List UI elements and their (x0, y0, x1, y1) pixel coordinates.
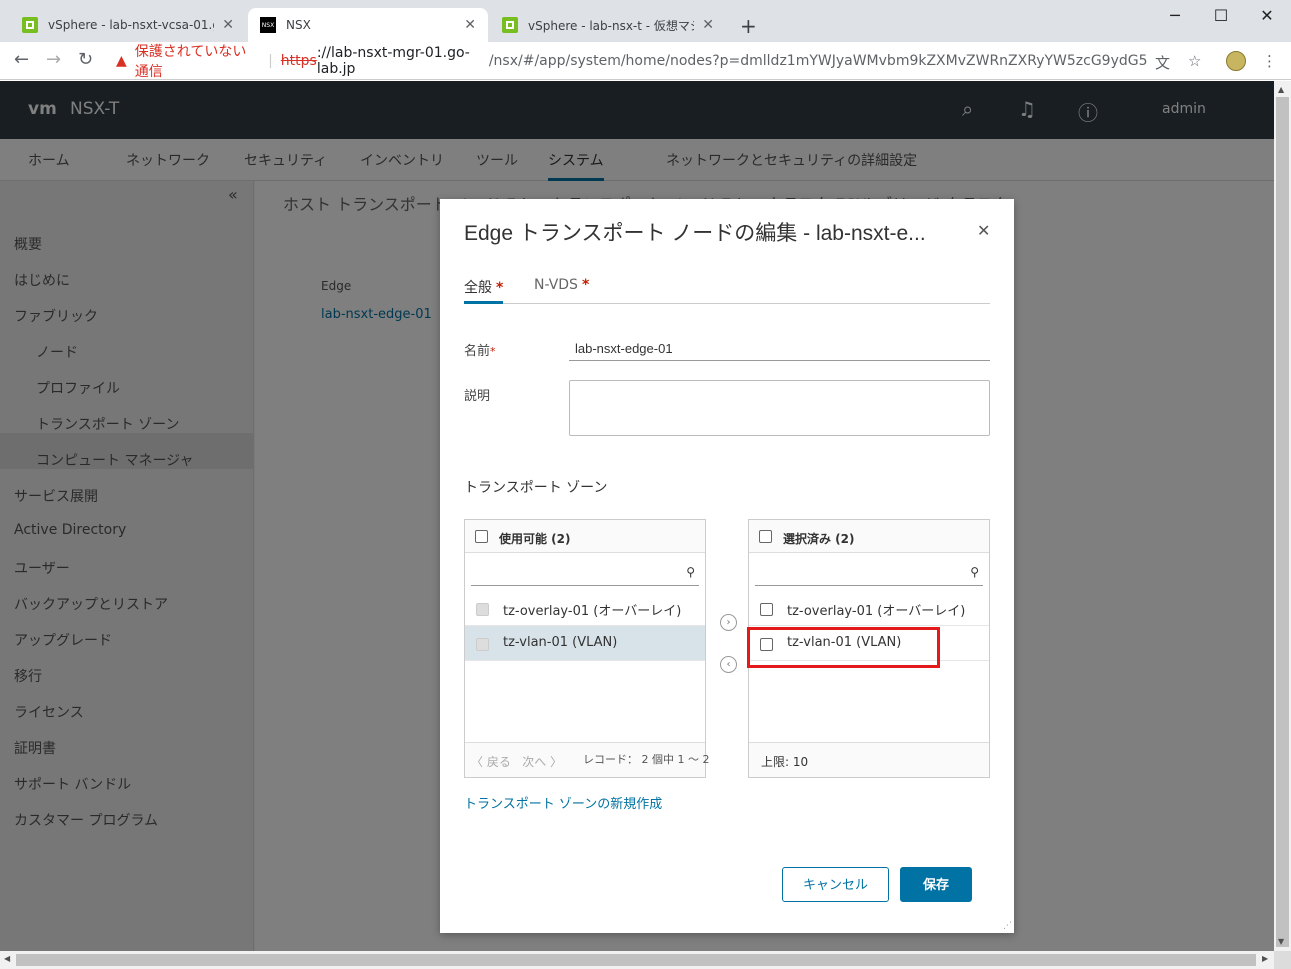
item-label: tz-vlan-01 (VLAN) (503, 635, 618, 650)
translate-icon[interactable]: 文 (1155, 52, 1170, 73)
minimize-button[interactable]: ─ (1160, 6, 1190, 25)
url-path: /nsx/#/app/system/home/nodes?p=dmlldz1mY… (488, 53, 1148, 69)
dialog-title: Edge トランスポート ノードの編集 - lab-nsxt-e... (464, 222, 926, 245)
list-item-selected[interactable]: tz-vlan-01 (VLAN) (465, 626, 705, 661)
selected-footer: 上限: 10 (749, 742, 989, 777)
tab-title: vSphere - lab-nsx-t - 仮想マシン (528, 18, 694, 33)
horizontal-scrollbar[interactable]: ◀ ▶ (0, 951, 1274, 969)
available-search-input[interactable]: ⚲ (471, 562, 699, 586)
warning-icon: ▲ (116, 53, 127, 69)
item-checkbox-disabled (476, 638, 489, 651)
selected-list-header: 選択済み (2) (749, 520, 989, 553)
select-all-available-checkbox[interactable] (475, 530, 488, 543)
scrollbar-thumb[interactable] (1276, 97, 1289, 947)
new-tab-button[interactable]: + (740, 14, 757, 38)
scroll-right-icon[interactable]: ▶ (1262, 954, 1268, 963)
back-icon[interactable]: ← (14, 49, 29, 70)
url-scheme: https (280, 53, 317, 69)
divider: | (268, 53, 273, 69)
edit-edge-transport-node-dialog: Edge トランスポート ノードの編集 - lab-nsxt-e... ✕ 全般… (440, 199, 1014, 933)
save-button[interactable]: 保存 (900, 867, 972, 902)
scroll-up-icon[interactable]: ▲ (1278, 85, 1284, 94)
close-tab-icon[interactable]: ✕ (464, 17, 476, 33)
browser-tab-vsphere-2[interactable]: vSphere - lab-nsx-t - 仮想マシン ✕ (490, 8, 726, 42)
required-marker: * (496, 280, 504, 296)
tab-strip: vSphere - lab-nsxt-vcsa-01.go-lal ✕ NSX … (0, 0, 1291, 42)
tab-title: NSX (286, 18, 311, 32)
description-label: 説明 (464, 389, 491, 404)
tab-label: 全般 (464, 280, 492, 296)
security-status[interactable]: 保護されていない通信 (135, 41, 260, 81)
required-marker: * (490, 345, 496, 358)
profile-avatar-icon[interactable] (1226, 51, 1246, 71)
scroll-down-icon[interactable]: ▼ (1278, 937, 1284, 946)
bookmark-star-icon[interactable]: ☆ (1188, 52, 1201, 70)
scroll-left-icon[interactable]: ◀ (4, 954, 10, 963)
tab-title: vSphere - lab-nsxt-vcsa-01.go-lal (48, 18, 214, 32)
tab-general[interactable]: 全般 * (464, 277, 504, 304)
browser-tab-vsphere-1[interactable]: vSphere - lab-nsxt-vcsa-01.go-lal ✕ (10, 8, 246, 42)
create-transport-zone-link[interactable]: トランスポート ゾーンの新規作成 (464, 793, 662, 812)
pagination: 〈 戻る 次へ 〉 (471, 753, 562, 770)
list-item[interactable]: tz-overlay-01 (オーバーレイ) (749, 591, 989, 626)
item-checkbox[interactable] (760, 603, 773, 616)
window-close-button[interactable]: ✕ (1252, 6, 1282, 25)
select-all-selected-checkbox[interactable] (759, 530, 772, 543)
forward-icon[interactable]: → (46, 49, 61, 70)
name-label: 名前* (464, 340, 496, 359)
scrollbar-corner (1274, 951, 1291, 969)
prev-page-button[interactable]: 〈 戻る (471, 755, 511, 769)
search-icon: ⚲ (970, 565, 979, 579)
name-label-text: 名前 (464, 344, 491, 359)
move-left-button[interactable]: ‹ (720, 656, 737, 673)
dialog-tabs: 全般 * N-VDS * (464, 277, 990, 304)
close-tab-icon[interactable]: ✕ (222, 17, 234, 33)
item-label: tz-overlay-01 (オーバーレイ) (787, 604, 966, 619)
available-count: 使用可能 (2) (499, 532, 571, 546)
vsphere-favicon-icon (22, 17, 38, 33)
selected-count: 選択済み (2) (783, 532, 855, 546)
url-host: ://lab-nsxt-mgr-01.go-lab.jp (316, 45, 470, 77)
reload-icon[interactable]: ↻ (78, 49, 93, 70)
scrollbar-thumb[interactable] (16, 954, 1256, 966)
record-count: レコード： 2 個中 1 ～ 2 (583, 753, 710, 766)
name-field[interactable] (569, 337, 990, 361)
vertical-scrollbar[interactable]: ▲ ▼ (1274, 81, 1291, 951)
tab-nvds[interactable]: N-VDS * (534, 277, 589, 304)
browser-chrome: vSphere - lab-nsxt-vcsa-01.go-lal ✕ NSX … (0, 0, 1291, 80)
browser-toolbar: ← → ↻ ▲ 保護されていない通信 | https ://lab-nsxt-m… (0, 42, 1291, 80)
item-checkbox-disabled (476, 603, 489, 616)
transport-zone-section-title: トランスポート ゾーン (464, 480, 608, 496)
search-icon: ⚲ (686, 565, 695, 579)
available-list: 使用可能 (2) ⚲ tz-overlay-01 (オーバーレイ) tz-vla… (464, 519, 709, 778)
browser-tab-nsx[interactable]: NSX NSX ✕ (248, 8, 488, 42)
required-marker: * (581, 277, 590, 293)
address-bar[interactable]: ▲ 保護されていない通信 | https ://lab-nsxt-mgr-01.… (108, 44, 1148, 80)
close-tab-icon[interactable]: ✕ (702, 17, 714, 33)
available-list-header: 使用可能 (2) (465, 520, 705, 553)
description-field[interactable] (569, 380, 990, 436)
next-page-button[interactable]: 次へ 〉 (522, 755, 562, 769)
close-icon[interactable]: ✕ (977, 221, 990, 240)
maximize-button[interactable]: ☐ (1206, 6, 1236, 25)
vsphere-favicon-icon (502, 17, 518, 33)
item-label: tz-overlay-01 (オーバーレイ) (503, 604, 682, 619)
resize-handle-icon[interactable]: ⋰ (1003, 921, 1012, 931)
list-item[interactable]: tz-overlay-01 (オーバーレイ) (465, 591, 705, 626)
available-footer: 〈 戻る 次へ 〉 レコード： 2 個中 1 ～ 2 (465, 742, 709, 777)
cancel-button[interactable]: キャンセル (782, 867, 889, 902)
menu-kebab-icon[interactable]: ⋮ (1262, 52, 1277, 70)
move-right-button[interactable]: › (720, 614, 737, 631)
annotation-highlight-box (747, 627, 940, 668)
limit-label: 上限: 10 (761, 755, 809, 769)
selected-search-input[interactable]: ⚲ (755, 562, 983, 586)
nsx-favicon-icon: NSX (260, 17, 276, 33)
tab-label: N-VDS (534, 277, 578, 293)
